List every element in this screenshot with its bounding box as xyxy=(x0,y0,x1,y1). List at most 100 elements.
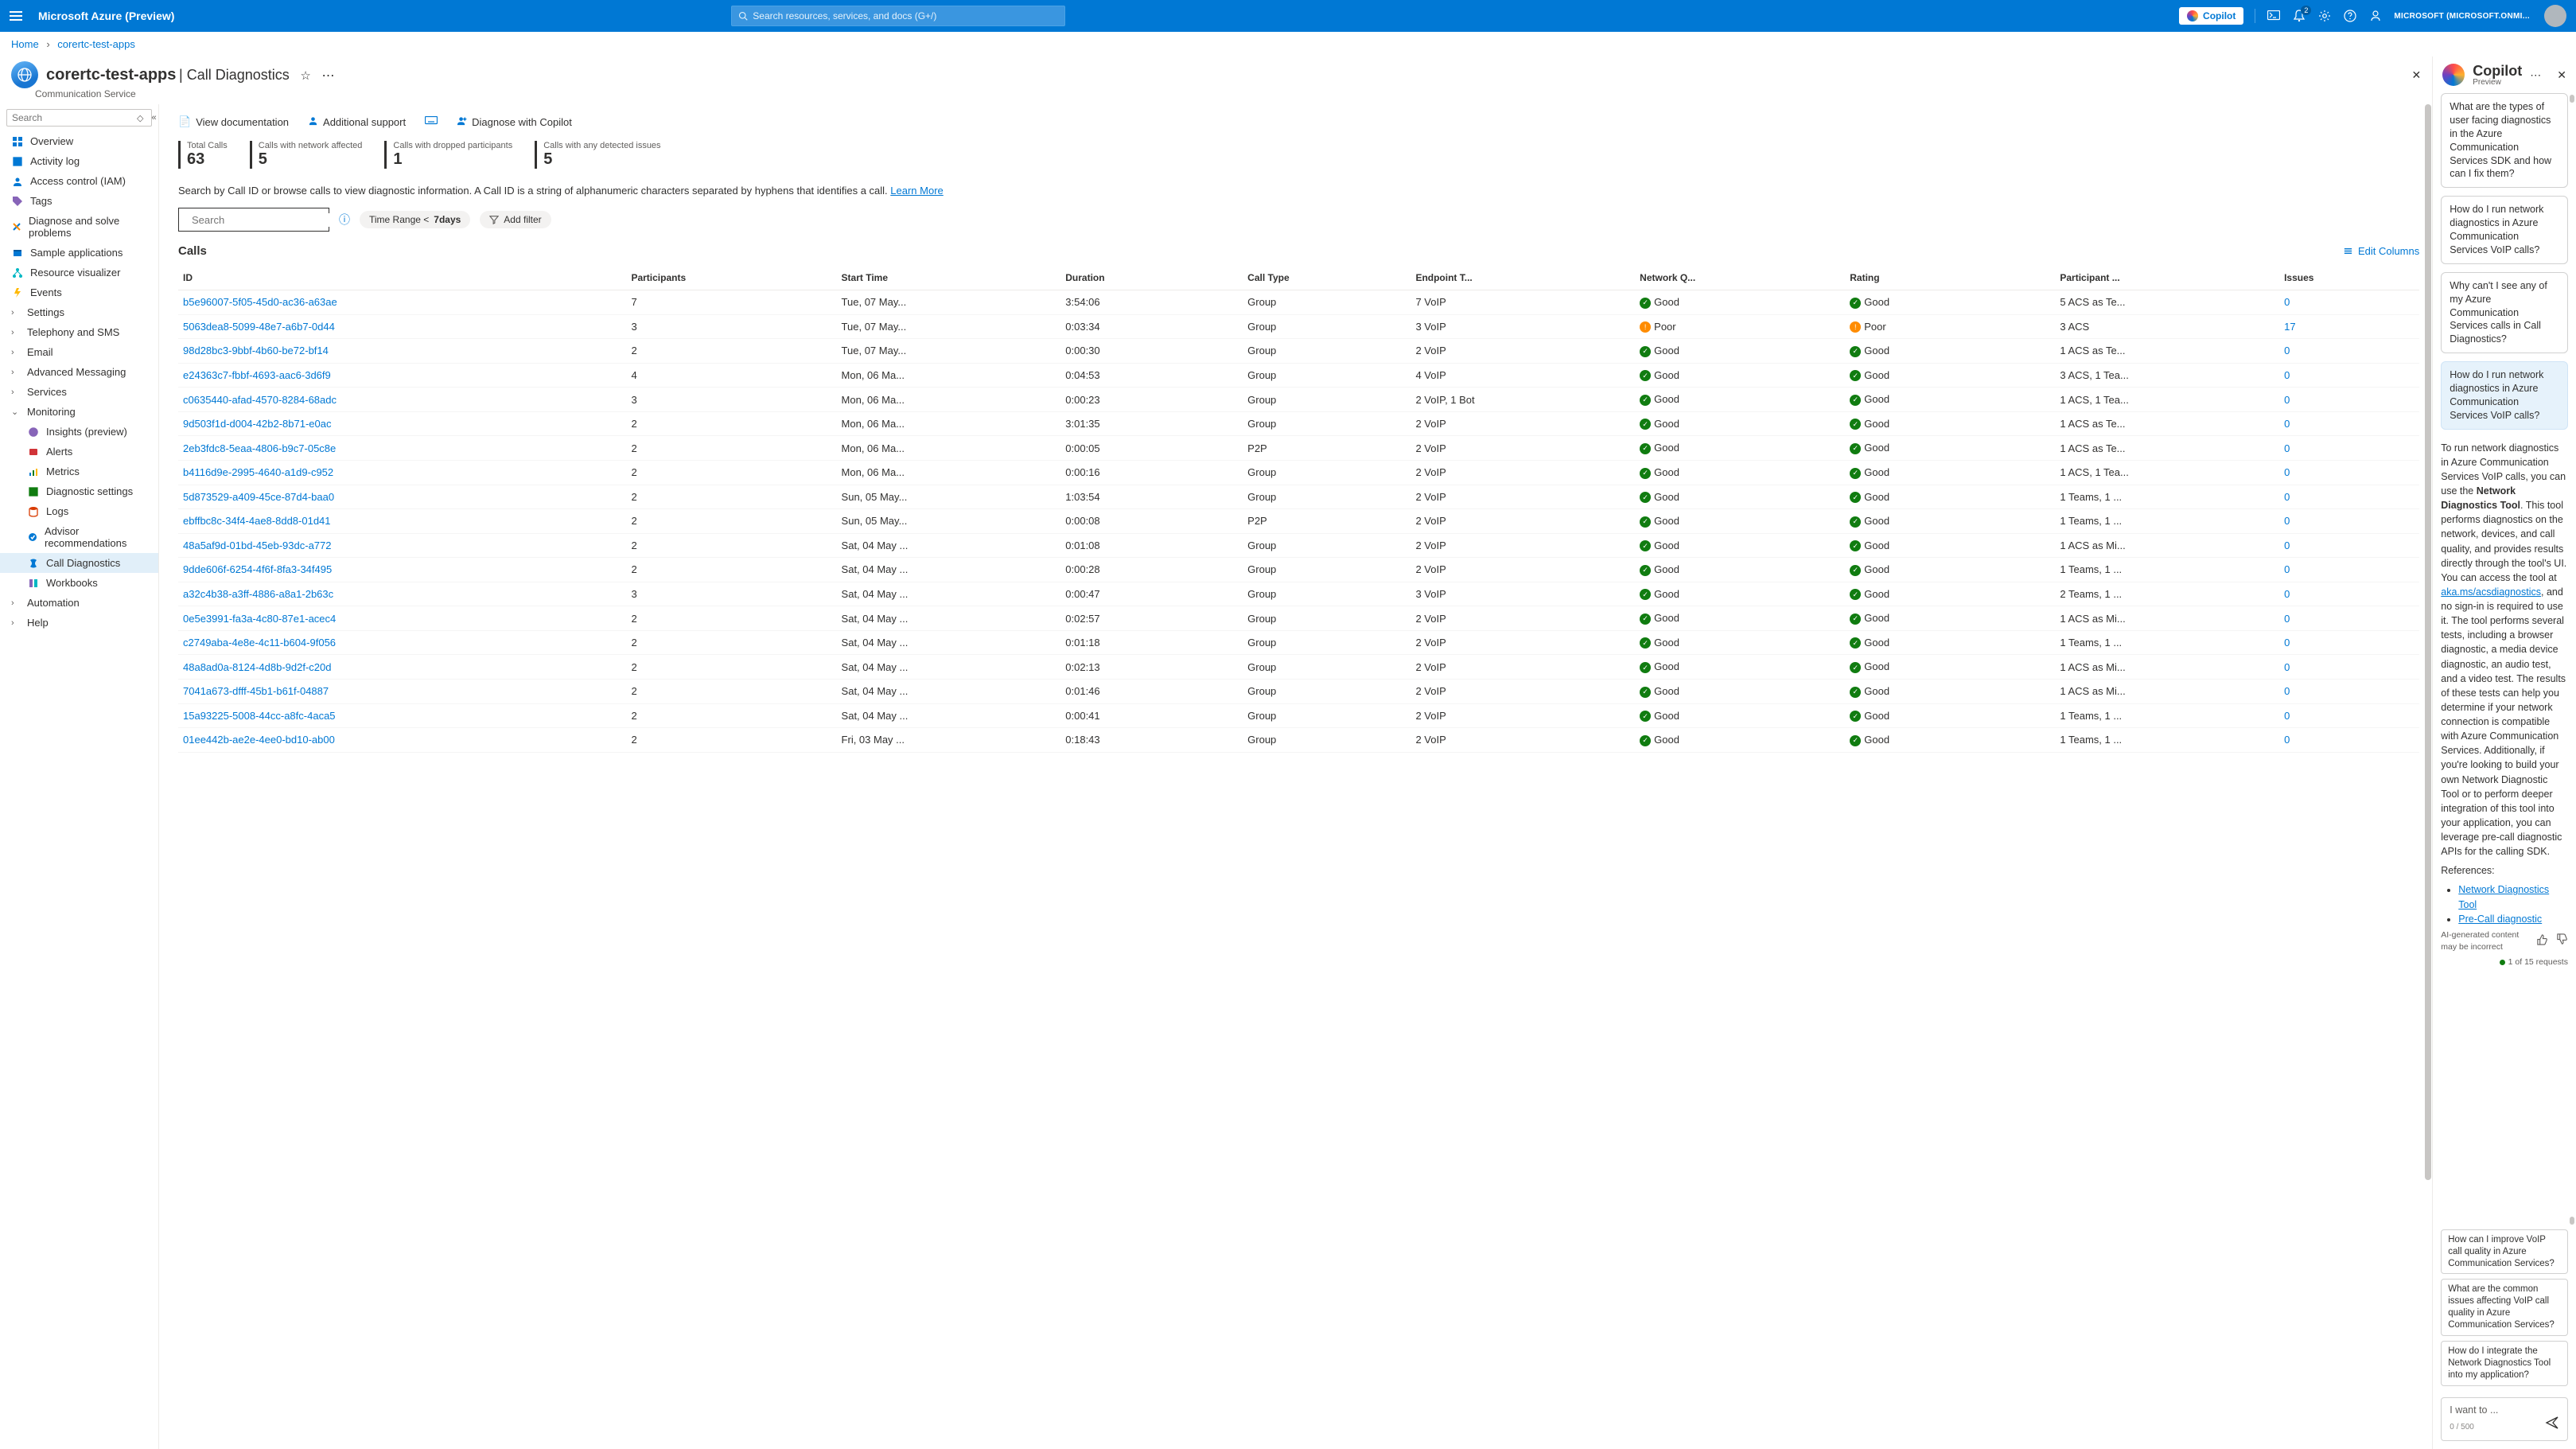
copilot-toggle-button[interactable]: Copilot xyxy=(2179,7,2243,25)
issues-link[interactable]: 0 xyxy=(2284,515,2290,527)
sidebar-item-tags[interactable]: Tags xyxy=(0,191,158,211)
call-id-link[interactable]: 7041a673-dfff-45b1-b61f-04887 xyxy=(183,685,329,697)
cloud-shell-icon[interactable] xyxy=(2267,9,2281,23)
sidebar-item-samples[interactable]: Sample applications xyxy=(0,243,158,263)
help-icon[interactable] xyxy=(2343,9,2357,23)
call-id-link[interactable]: b5e96007-5f05-45d0-ac36-a63ae xyxy=(183,296,337,308)
copilot-suggestion[interactable]: How do I run network diagnostics in Azur… xyxy=(2441,196,2568,264)
diagnose-with-copilot-link[interactable]: Diagnose with Copilot xyxy=(457,115,572,128)
sidebar-item-events[interactable]: Events xyxy=(0,282,158,302)
col-start[interactable]: Start Time xyxy=(837,266,1061,290)
sidebar-item-iam[interactable]: Access control (IAM) xyxy=(0,171,158,191)
table-row[interactable]: c0635440-afad-4570-8284-68adc3Mon, 06 Ma… xyxy=(178,388,2419,412)
call-id-link[interactable]: c0635440-afad-4570-8284-68adc xyxy=(183,394,337,406)
sidebar-item-telephony[interactable]: ›Telephony and SMS xyxy=(0,322,158,342)
time-range-filter[interactable]: Time Range < 7days xyxy=(360,211,470,228)
copilot-scroll-down-icon[interactable] xyxy=(2570,1217,2574,1225)
call-id-link[interactable]: 15a93225-5008-44cc-a8fc-4aca5 xyxy=(183,710,336,722)
copilot-suggestion[interactable]: What are the types of user facing diagno… xyxy=(2441,93,2568,188)
issues-link[interactable]: 0 xyxy=(2284,613,2290,625)
breadcrumb-home[interactable]: Home xyxy=(11,38,39,50)
sidebar-item-monitoring[interactable]: ⌄Monitoring xyxy=(0,402,158,422)
favorite-star-icon[interactable]: ☆ xyxy=(300,69,310,83)
issues-link[interactable]: 0 xyxy=(2284,661,2290,673)
copilot-textarea[interactable]: I want to ... 0 / 500 xyxy=(2441,1397,2568,1441)
table-row[interactable]: 15a93225-5008-44cc-a8fc-4aca52Sat, 04 Ma… xyxy=(178,703,2419,728)
issues-link[interactable]: 0 xyxy=(2284,685,2290,697)
notifications-icon[interactable]: 2 xyxy=(2292,9,2306,23)
call-id-link[interactable]: 9dde606f-6254-4f6f-8fa3-34f495 xyxy=(183,563,332,575)
sidebar-item-email[interactable]: ›Email xyxy=(0,342,158,362)
table-row[interactable]: 48a5af9d-01bd-45eb-93dc-a7722Sat, 04 May… xyxy=(178,533,2419,558)
table-row[interactable]: 9dde606f-6254-4f6f-8fa3-34f4952Sat, 04 M… xyxy=(178,558,2419,582)
copilot-followup-chip[interactable]: How can I improve VoIP call quality in A… xyxy=(2441,1229,2568,1275)
col-rating[interactable]: Rating xyxy=(1845,266,2055,290)
issues-link[interactable]: 0 xyxy=(2284,418,2290,430)
call-id-link[interactable]: a32c4b38-a3ff-4886-a8a1-2b63c xyxy=(183,588,333,600)
issues-link[interactable]: 0 xyxy=(2284,442,2290,454)
table-row[interactable]: 98d28bc3-9bbf-4b60-be72-bf142Tue, 07 May… xyxy=(178,339,2419,364)
additional-support-link[interactable]: Additional support xyxy=(308,115,406,128)
sidebar-item-advisor[interactable]: Advisor recommendations xyxy=(0,521,158,553)
issues-link[interactable]: 0 xyxy=(2284,710,2290,722)
collapse-sidebar-icon[interactable]: « xyxy=(151,113,156,123)
col-netq[interactable]: Network Q... xyxy=(1635,266,1845,290)
issues-link[interactable]: 0 xyxy=(2284,734,2290,746)
call-id-link[interactable]: e24363c7-fbbf-4693-aac6-3d6f9 xyxy=(183,369,331,381)
keyboard-icon[interactable] xyxy=(425,116,438,128)
sidebar-item-workbooks[interactable]: Workbooks xyxy=(0,573,158,593)
call-id-link[interactable]: 98d28bc3-9bbf-4b60-be72-bf14 xyxy=(183,345,329,356)
more-menu-icon[interactable]: ⋯ xyxy=(321,69,334,83)
sidebar-item-alerts[interactable]: Alerts xyxy=(0,442,158,462)
table-row[interactable]: 5d873529-a409-45ce-87d4-baa02Sun, 05 May… xyxy=(178,485,2419,509)
issues-link[interactable]: 0 xyxy=(2284,491,2290,503)
avatar[interactable] xyxy=(2544,5,2566,27)
reference-link[interactable]: Network Diagnostics Tool xyxy=(2458,884,2549,910)
issues-link[interactable]: 0 xyxy=(2284,563,2290,575)
view-documentation-link[interactable]: 📄View documentation xyxy=(178,115,289,128)
expand-icon[interactable]: ◇ xyxy=(137,113,143,123)
sidebar-item-calldiag[interactable]: Call Diagnostics xyxy=(0,553,158,573)
issues-link[interactable]: 0 xyxy=(2284,296,2290,308)
table-row[interactable]: ebffbc8c-34f4-4ae8-8dd8-01d412Sun, 05 Ma… xyxy=(178,509,2419,534)
issues-link[interactable]: 0 xyxy=(2284,345,2290,356)
col-calltype[interactable]: Call Type xyxy=(1243,266,1411,290)
call-id-link[interactable]: 9d503f1d-d004-42b2-8b71-e0ac xyxy=(183,418,332,430)
copilot-close-icon[interactable]: ✕ xyxy=(2557,68,2566,82)
sidebar-item-automation[interactable]: ›Automation xyxy=(0,593,158,613)
table-row[interactable]: b5e96007-5f05-45d0-ac36-a63ae7Tue, 07 Ma… xyxy=(178,290,2419,315)
copilot-scroll-up-icon[interactable] xyxy=(2570,95,2574,103)
content-scrollbar[interactable] xyxy=(2424,104,2432,1449)
feedback-icon[interactable] xyxy=(2368,9,2383,23)
table-row[interactable]: 01ee442b-ae2e-4ee0-bd10-ab002Fri, 03 May… xyxy=(178,728,2419,753)
send-icon[interactable] xyxy=(2545,1416,2559,1434)
copilot-followup-chip[interactable]: What are the common issues affecting VoI… xyxy=(2441,1279,2568,1336)
call-id-link[interactable]: 48a5af9d-01bd-45eb-93dc-a772 xyxy=(183,539,332,551)
global-search-input[interactable]: Search resources, services, and docs (G+… xyxy=(731,6,1065,26)
settings-icon[interactable] xyxy=(2317,9,2332,23)
issues-link[interactable]: 0 xyxy=(2284,394,2290,406)
table-row[interactable]: 9d503f1d-d004-42b2-8b71-e0ac2Mon, 06 Ma.… xyxy=(178,411,2419,436)
sidebar-item-help[interactable]: ›Help xyxy=(0,613,158,633)
call-id-link[interactable]: 01ee442b-ae2e-4ee0-bd10-ab00 xyxy=(183,734,335,746)
table-row[interactable]: a32c4b38-a3ff-4886-a8a1-2b63c3Sat, 04 Ma… xyxy=(178,582,2419,606)
sidebar-item-metrics[interactable]: Metrics xyxy=(0,462,158,481)
sidebar-search-field[interactable] xyxy=(10,111,137,124)
sidebar-item-diagset[interactable]: Diagnostic settings xyxy=(0,481,158,501)
thumbs-down-icon[interactable] xyxy=(2556,933,2568,949)
issues-link[interactable]: 0 xyxy=(2284,588,2290,600)
reference-link[interactable]: Pre-Call diagnostic xyxy=(2458,913,2542,925)
col-id[interactable]: ID xyxy=(178,266,626,290)
sidebar-item-advmsg[interactable]: ›Advanced Messaging xyxy=(0,362,158,382)
calls-search-field[interactable] xyxy=(190,213,333,227)
col-issues[interactable]: Issues xyxy=(2279,266,2419,290)
table-row[interactable]: 2eb3fdc8-5eaa-4806-b9c7-05c8e2Mon, 06 Ma… xyxy=(178,436,2419,461)
table-row[interactable]: 7041a673-dfff-45b1-b61f-048872Sat, 04 Ma… xyxy=(178,680,2419,704)
edit-columns-button[interactable]: Edit Columns xyxy=(2343,245,2419,257)
issues-link[interactable]: 0 xyxy=(2284,369,2290,381)
copilot-more-icon[interactable]: ⋯ xyxy=(2530,68,2541,82)
col-duration[interactable]: Duration xyxy=(1060,266,1243,290)
col-participants[interactable]: Participants xyxy=(626,266,836,290)
table-row[interactable]: b4116d9e-2995-4640-a1d9-c9522Mon, 06 Ma.… xyxy=(178,460,2419,485)
call-id-link[interactable]: 0e5e3991-fa3a-4c80-87e1-acec4 xyxy=(183,613,336,625)
